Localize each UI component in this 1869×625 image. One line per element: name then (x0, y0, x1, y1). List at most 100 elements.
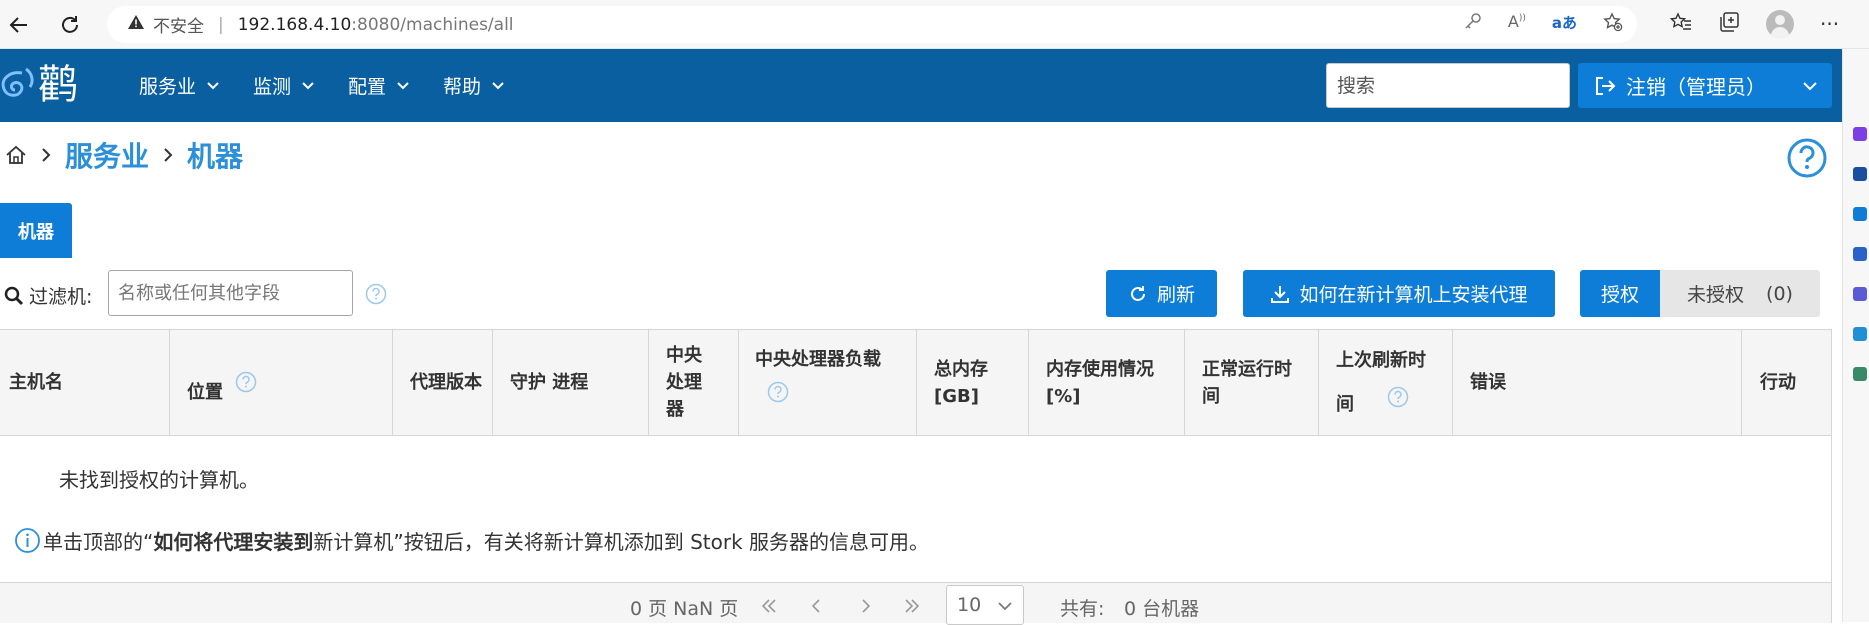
info-icon (15, 528, 40, 553)
column-errors-label: 错误 (1470, 372, 1506, 393)
column-uptime[interactable]: 正常运行时间 (1185, 330, 1319, 435)
translate-icon[interactable]: aあ (1552, 12, 1577, 37)
browser-sidebar (1842, 49, 1869, 622)
help-icon[interactable] (235, 371, 257, 393)
total-label: 共有: (1060, 598, 1105, 620)
breadcrumb: 服务业 机器 (5, 135, 243, 175)
sidebar-app-icon[interactable] (1853, 207, 1867, 221)
column-last-refreshed[interactable]: 上次刷新时间 (1319, 330, 1453, 435)
refresh-button[interactable]: 刷新 (1106, 270, 1217, 317)
logout-label: 注销（管理员） (1626, 75, 1766, 99)
column-cpus-label: 中央处理器 (666, 345, 702, 420)
menu-configuration-label: 配置 (348, 76, 387, 98)
chevron-right-icon (164, 148, 173, 162)
read-aloud-icon[interactable]: A)) (1508, 12, 1526, 37)
chevron-down-icon (207, 81, 219, 89)
menu-configuration[interactable]: 配置 (348, 72, 410, 99)
help-icon[interactable] (1387, 386, 1409, 408)
refresh-label: 刷新 (1156, 284, 1195, 306)
help-icon[interactable] (767, 381, 789, 403)
app-logo[interactable]: 鹳 (0, 63, 78, 107)
info-bold: 如何将代理安装到 (153, 530, 314, 554)
key-icon[interactable] (1464, 12, 1482, 37)
column-actions-label: 行动 (1760, 372, 1796, 393)
next-page-icon[interactable] (856, 597, 874, 615)
column-location[interactable]: 位置 (170, 330, 393, 435)
chevron-down-icon (302, 81, 314, 89)
column-actions[interactable]: 行动 (1742, 330, 1832, 435)
sidebar-app-icon[interactable] (1853, 287, 1867, 301)
previous-page-icon[interactable] (808, 597, 826, 615)
install-agent-label: 如何在新计算机上安装代理 (1299, 284, 1528, 306)
info-prefix: 单击顶部的“ (43, 530, 154, 554)
global-search-input[interactable] (1326, 63, 1570, 108)
menu-services-label: 服务业 (139, 76, 197, 98)
logout-menu-toggle[interactable] (1788, 63, 1832, 108)
column-cpus[interactable]: 中央处理器 (649, 330, 739, 435)
first-page-icon[interactable] (760, 597, 778, 615)
column-memory-usage[interactable]: 内存使用情况 [%] (1029, 330, 1185, 435)
address-separator: | (218, 14, 224, 35)
table-body: 未找到授权的计算机。 单击顶部的“ 如何将代理安装到 新计算机”按钮后，有关将新计算… (0, 436, 1832, 583)
refresh-icon (1131, 285, 1145, 301)
app-header: 鹳 服务业 监测 配置 帮助 注销（管理员） (0, 49, 1842, 122)
last-page-icon[interactable] (903, 597, 921, 615)
column-last-refreshed-label: 上次刷新时间 (1336, 349, 1426, 415)
more-icon[interactable]: ··· (1820, 12, 1839, 36)
unauthorized-toggle[interactable]: 未授权 (0) (1660, 270, 1820, 317)
sign-out-icon (1596, 76, 1616, 95)
authorized-toggle[interactable]: 授权 (1580, 270, 1660, 317)
info-suffix: 新计算机”按钮后，有关将新计算机添加到 Stork 服务器的信息可用。 (313, 530, 930, 554)
column-hostname[interactable]: 主机名 (0, 330, 170, 435)
tab-machines[interactable]: 机器 (0, 203, 72, 258)
reload-icon[interactable] (55, 10, 85, 40)
help-icon[interactable] (1786, 137, 1828, 179)
chevron-down-icon (397, 81, 409, 89)
column-agent-version[interactable]: 代理版本 (393, 330, 493, 435)
sidebar-app-icon[interactable] (1853, 127, 1867, 141)
menu-help-label: 帮助 (443, 76, 482, 98)
address-bar[interactable]: 不安全 | 192.168.4.10:8080/machines/all A))… (107, 6, 1637, 43)
sidebar-app-icon[interactable] (1853, 367, 1867, 381)
back-icon[interactable] (4, 10, 34, 40)
filter-label-group: 过滤机: (4, 282, 92, 309)
column-memory-usage-label: 内存使用情况 [%] (1046, 358, 1154, 407)
help-icon[interactable] (365, 283, 387, 305)
column-cpu-load[interactable]: 中央处理器负载 (739, 330, 917, 435)
logout-button[interactable]: 注销（管理员） (1578, 63, 1832, 108)
favorites-icon[interactable] (1669, 11, 1692, 37)
sidebar-app-icon[interactable] (1853, 167, 1867, 181)
column-errors[interactable]: 错误 (1453, 330, 1742, 435)
url-host: 192.168.4.10 (237, 14, 352, 35)
favorite-add-icon[interactable] (1603, 12, 1623, 37)
menu-monitoring[interactable]: 监测 (253, 72, 315, 99)
filter-input[interactable] (108, 270, 353, 316)
column-daemons[interactable]: 守护 进程 (493, 330, 649, 435)
home-icon[interactable] (5, 144, 27, 166)
breadcrumb-services[interactable]: 服务业 (65, 135, 149, 175)
collections-icon[interactable] (1718, 11, 1740, 38)
unauthorized-label: 未授权 (1687, 284, 1745, 306)
rows-per-page-select[interactable]: 10 (946, 585, 1024, 625)
column-cpu-load-label: 中央处理器负载 (755, 349, 881, 370)
machines-table: 主机名 位置 代理版本 守护 进程 中央处理器 中央处理器负载 总内存 [GB]… (0, 329, 1832, 625)
info-message: 单击顶部的“ 如何将代理安装到 新计算机”按钮后，有关将新计算机添加到 Stork … (14, 526, 929, 555)
warning-icon (127, 14, 145, 35)
logo-swirl-icon (1, 67, 34, 97)
breadcrumb-machines[interactable]: 机器 (187, 135, 243, 175)
logo-text: 鹳 (38, 62, 78, 108)
sidebar-app-icon[interactable] (1853, 327, 1867, 341)
install-agent-button[interactable]: 如何在新计算机上安装代理 (1243, 270, 1555, 317)
menu-help[interactable]: 帮助 (443, 72, 505, 99)
chevron-down-icon (1803, 81, 1817, 90)
profile-avatar[interactable] (1766, 10, 1794, 38)
page-report: 0 页 NaN 页 (630, 598, 739, 620)
total-value: 0 台机器 (1124, 598, 1200, 620)
menu-monitoring-label: 监测 (253, 76, 292, 98)
column-location-label: 位置 (187, 382, 223, 403)
chevron-right-icon (42, 148, 51, 162)
column-total-memory[interactable]: 总内存 [GB] (917, 330, 1029, 435)
menu-services[interactable]: 服务业 (139, 72, 220, 99)
sidebar-app-icon[interactable] (1853, 247, 1867, 261)
paginator: 0 页 NaN 页 10 共有: 0 台机器 (0, 583, 1832, 625)
